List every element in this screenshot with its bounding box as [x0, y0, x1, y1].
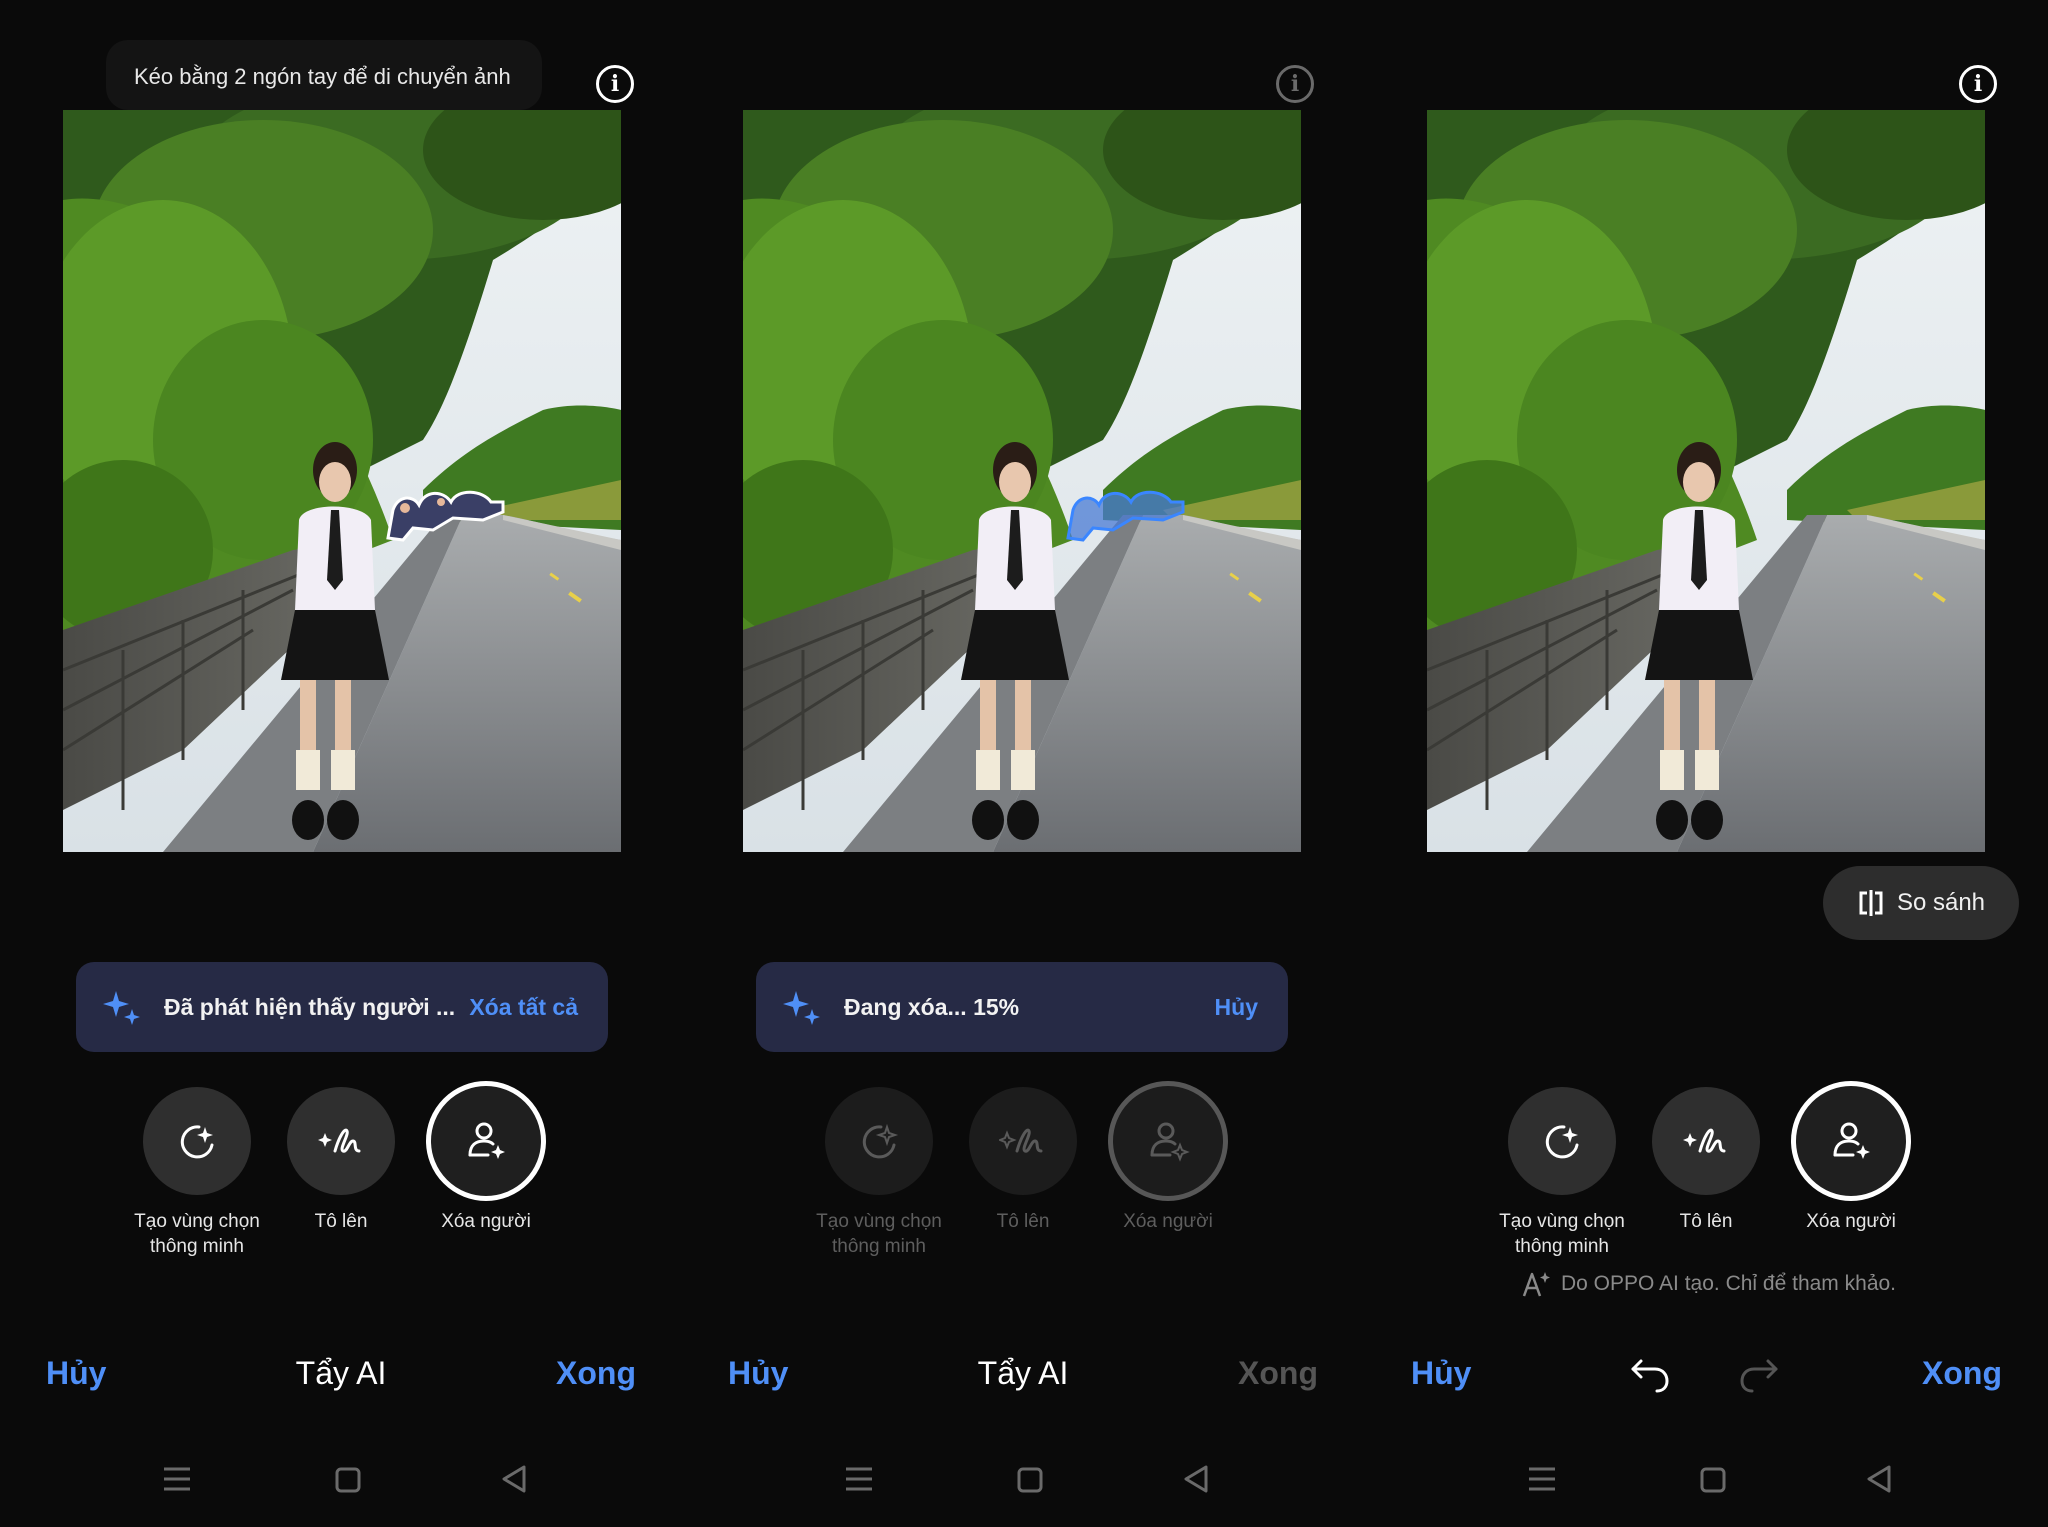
panel-removing: i Đang xóa... 15% Hủy Tạo vùng chọn thôn…: [682, 0, 1364, 1527]
info-icon[interactable]: i: [1276, 65, 1314, 103]
recents-icon[interactable]: [162, 1466, 192, 1492]
remove-people-button[interactable]: [1791, 1081, 1911, 1201]
remove-people-icon: [1833, 1122, 1870, 1159]
remove-people-label: Xóa người: [1123, 1211, 1213, 1232]
smart-select-label: Tạo vùng chọn thông minh: [816, 1211, 942, 1257]
info-icon[interactable]: i: [1959, 65, 1997, 103]
system-nav: [682, 1462, 1364, 1498]
bottom-bar: Hủy Tẩy AI Xong: [0, 1355, 682, 1405]
remove-people-tool[interactable]: Xóa người: [411, 1081, 561, 1234]
bottom-bar: Hủy Xong: [1365, 1355, 2048, 1405]
smart-select-label: Tạo vùng chọn thông minh: [1499, 1211, 1625, 1257]
remove-all-button[interactable]: Xóa tất cả: [469, 994, 578, 1021]
brush-button: [969, 1087, 1077, 1195]
back-icon[interactable]: [1182, 1464, 1210, 1494]
bottom-bar: Hủy Tẩy AI Xong: [682, 1355, 1364, 1405]
ai-sparkle-icon: [783, 991, 820, 1025]
panel-result: i So sánh Tạo vùng chọn thông minh Tô lê…: [1365, 0, 2048, 1527]
back-icon[interactable]: [500, 1464, 528, 1494]
ai-generated-icon: [1522, 1272, 1550, 1297]
done-button[interactable]: Xong: [556, 1355, 636, 1392]
ai-progress-bar: Đang xóa... 15% Hủy: [756, 962, 1288, 1052]
hint-tooltip-text: Kéo bằng 2 ngón tay để di chuyển ảnh: [134, 64, 511, 89]
compare-icon: [1859, 890, 1883, 916]
brush-icon: [318, 1128, 361, 1153]
ai-message: Đã phát hiện thấy người ...: [164, 993, 456, 1020]
brush-tool: Tô lên: [948, 1087, 1098, 1234]
cancel-button[interactable]: Hủy: [1411, 1355, 1471, 1392]
photo: [743, 110, 1301, 852]
smart-select-button[interactable]: [1508, 1087, 1616, 1195]
brush-tool[interactable]: Tô lên: [1631, 1087, 1781, 1234]
remove-people-button: [1108, 1081, 1228, 1201]
brush-icon: [1683, 1128, 1726, 1153]
photo: [1427, 110, 1985, 852]
home-icon[interactable]: [1016, 1466, 1044, 1494]
remove-people-icon: [1150, 1122, 1190, 1162]
brush-label: Tô lên: [996, 1211, 1050, 1232]
disclaimer-text: Do OPPO AI tạo. Chỉ để tham khảo.: [1561, 1272, 1897, 1295]
done-button-disabled: Xong: [1238, 1355, 1318, 1391]
photo: [63, 110, 621, 852]
progress-message: Đang xóa... 15%: [844, 993, 1020, 1020]
smart-select-button[interactable]: [143, 1087, 251, 1195]
panel-detect: Kéo bằng 2 ngón tay để di chuyển ảnh i Đ…: [0, 0, 682, 1527]
smart-select-button: [825, 1087, 933, 1195]
compare-button[interactable]: So sánh: [1823, 866, 2019, 940]
hint-tooltip: Kéo bằng 2 ngón tay để di chuyển ảnh: [106, 40, 542, 110]
home-icon[interactable]: [1699, 1466, 1727, 1494]
brush-button[interactable]: [1652, 1087, 1760, 1195]
back-icon[interactable]: [1865, 1464, 1893, 1494]
smart-select-tool[interactable]: Tạo vùng chọn thông minh: [122, 1087, 272, 1259]
smart-select-tool: Tạo vùng chọn thông minh: [804, 1087, 954, 1259]
smart-select-tool[interactable]: Tạo vùng chọn thông minh: [1487, 1087, 1637, 1259]
smart-select-label: Tạo vùng chọn thông minh: [134, 1211, 260, 1257]
info-icon[interactable]: i: [596, 65, 634, 103]
brush-button[interactable]: [287, 1087, 395, 1195]
ai-disclaimer: Do OPPO AI tạo. Chỉ để tham khảo.: [1521, 1270, 1896, 1298]
undo-icon[interactable]: [1627, 1357, 1671, 1393]
ai-detect-bar: Đã phát hiện thấy người ... Xóa tất cả: [76, 962, 608, 1052]
smart-select-icon: [1545, 1125, 1579, 1159]
smart-select-icon: [862, 1123, 899, 1159]
system-nav: [0, 1462, 682, 1498]
remove-people-label: Xóa người: [441, 1211, 531, 1232]
remove-people-tool: Xóa người: [1093, 1081, 1243, 1234]
remove-people-tool[interactable]: Xóa người: [1776, 1081, 1926, 1234]
brush-label: Tô lên: [1679, 1211, 1733, 1232]
redo-icon: [1740, 1359, 1778, 1393]
brush-icon: [999, 1128, 1043, 1153]
recents-icon[interactable]: [844, 1466, 874, 1492]
photo-canvas[interactable]: [1427, 110, 1985, 852]
remove-people-icon: [468, 1122, 505, 1159]
photo-canvas[interactable]: [63, 110, 621, 852]
home-icon[interactable]: [334, 1466, 362, 1494]
photo-canvas[interactable]: [743, 110, 1301, 852]
remove-people-label: Xóa người: [1806, 1211, 1896, 1232]
compare-label: So sánh: [1896, 889, 1986, 916]
system-nav: [1365, 1462, 2048, 1498]
smart-select-icon: [180, 1125, 214, 1159]
remove-people-button[interactable]: [426, 1081, 546, 1201]
cancel-removal-button[interactable]: Hủy: [1215, 994, 1258, 1021]
recents-icon[interactable]: [1527, 1466, 1557, 1492]
brush-tool[interactable]: Tô lên: [266, 1087, 416, 1234]
brush-label: Tô lên: [314, 1211, 368, 1232]
done-button[interactable]: Xong: [1922, 1355, 2002, 1392]
ai-sparkle-icon: [103, 991, 140, 1025]
